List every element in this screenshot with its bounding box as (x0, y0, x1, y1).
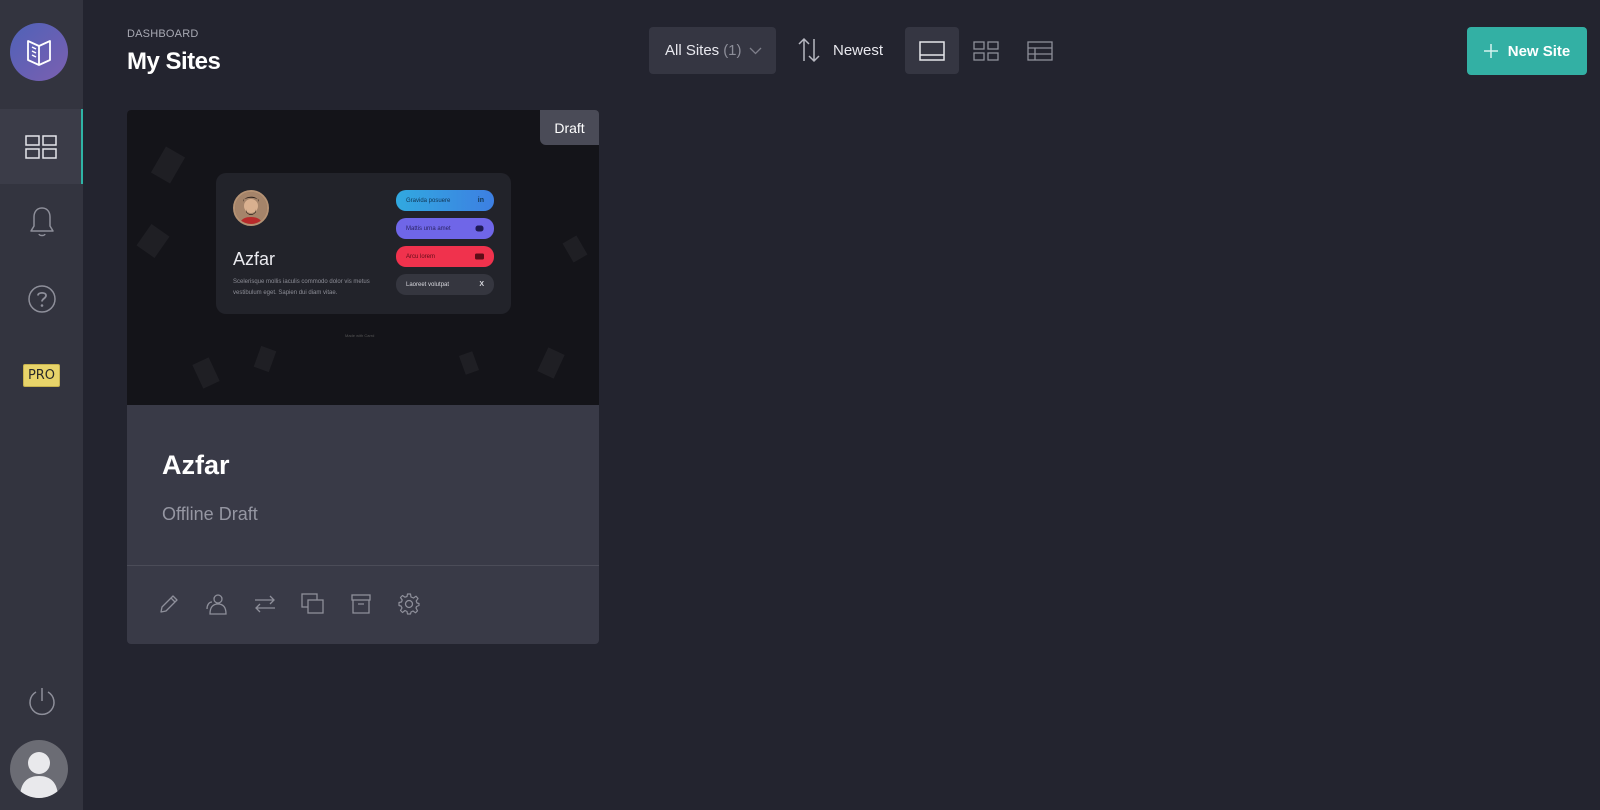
site-filter-select[interactable]: All Sites (1) (649, 27, 776, 74)
sort-label: Newest (833, 41, 884, 59)
site-thumbnail[interactable]: Azfar Scelerisque mollis iaculis commodo… (127, 110, 599, 405)
thumbnail-decoration (537, 347, 565, 379)
site-actions (157, 592, 421, 616)
view-list-button[interactable] (1013, 27, 1067, 74)
preview-description: Scelerisque mollis iaculis commodo dolor… (233, 279, 370, 296)
preview-link-1: Gravida posuere in (396, 190, 494, 211)
sort-arrows-icon (798, 37, 820, 63)
preview-footer: Made with Carrd (345, 333, 375, 338)
site-status: Offline Draft (162, 504, 258, 524)
sidebar-item-logout[interactable] (0, 676, 83, 726)
thumbnail-decoration (253, 345, 277, 373)
grid-icon (24, 134, 57, 159)
help-icon (27, 285, 56, 313)
gear-icon (398, 593, 420, 615)
sidebar-item-pro[interactable]: PRO (0, 350, 83, 400)
swap-arrows-icon (255, 595, 275, 613)
grid-view-icon (973, 40, 999, 61)
preview-link-2: Mattis urna amet (396, 218, 494, 239)
thumbnail-decoration (562, 235, 588, 263)
status-badge: Draft (540, 110, 599, 145)
preview-profile-card: Azfar Scelerisque mollis iaculis commodo… (216, 173, 511, 314)
filter-label: All Sites (665, 42, 720, 59)
archive-button[interactable] (349, 592, 373, 616)
preview-link-4: Laoreet volutpat X (396, 274, 494, 295)
sort-button[interactable]: Newest (797, 36, 883, 64)
pencil-icon (160, 595, 178, 613)
sidebar: PRO (0, 0, 83, 810)
duplicate-button[interactable] (301, 592, 325, 616)
new-site-label: New Site (1507, 42, 1571, 60)
copy-icon (301, 593, 324, 614)
bell-icon (29, 207, 54, 237)
preview-link-label: Laoreet volutpat (406, 281, 450, 288)
preview-avatar (233, 190, 269, 226)
preview-name: Azfar (233, 249, 276, 269)
book-icon (27, 40, 51, 66)
card-divider (127, 565, 599, 566)
chevron-down-icon (749, 47, 762, 55)
thumbnail-decoration (459, 351, 479, 375)
edit-button[interactable] (157, 592, 181, 616)
preview-link-label: Arcu lorem (406, 253, 436, 260)
archive-icon (351, 594, 371, 614)
filter-count: (1) (723, 42, 742, 59)
large-card-view-icon (919, 40, 945, 61)
breadcrumb: DASHBOARD (127, 28, 199, 40)
transfer-button[interactable] (253, 592, 277, 616)
app-logo[interactable] (10, 23, 68, 81)
new-site-button[interactable]: New Site (1467, 27, 1587, 75)
list-view-icon (1027, 40, 1053, 61)
plus-icon (1483, 44, 1498, 58)
preview-link-label: Gravida posuere (406, 197, 451, 204)
site-name: Azfar (162, 450, 230, 480)
thumbnail-decoration (192, 357, 220, 389)
sidebar-item-dashboard[interactable] (0, 109, 83, 184)
user-avatar[interactable] (10, 740, 68, 798)
preview-avatar-face (235, 192, 267, 224)
thumbnail-decoration (136, 224, 170, 258)
preview-link-label: Mattis urna amet (406, 225, 451, 232)
linkedin-icon: in (477, 197, 484, 204)
view-large-button[interactable] (905, 27, 959, 74)
thumbnail-decoration (150, 146, 186, 184)
youtube-icon (475, 253, 484, 260)
sidebar-item-help[interactable] (0, 274, 83, 324)
collaborators-button[interactable] (205, 592, 229, 616)
users-icon (206, 594, 227, 615)
x-icon: X (479, 281, 484, 288)
power-icon (28, 688, 55, 716)
pro-badge: PRO (22, 363, 61, 387)
sidebar-item-notifications[interactable] (0, 197, 83, 247)
discord-icon (475, 225, 484, 232)
preview-link-3: Arcu lorem (396, 246, 494, 267)
view-grid-button[interactable] (959, 27, 1013, 74)
user-silhouette-icon (20, 752, 58, 798)
site-card[interactable]: Azfar Scelerisque mollis iaculis commodo… (127, 110, 599, 644)
page-title: My Sites (127, 48, 221, 75)
settings-button[interactable] (397, 592, 421, 616)
